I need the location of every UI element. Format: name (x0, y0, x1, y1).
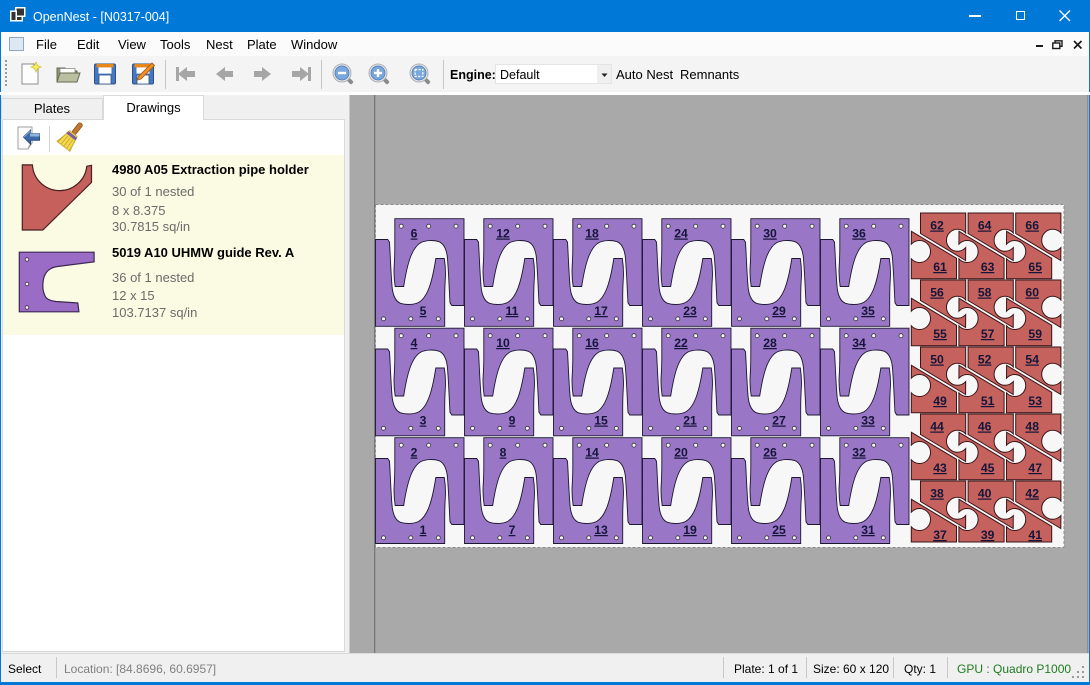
svg-text:66: 66 (1025, 219, 1039, 233)
svg-text:16: 16 (585, 336, 599, 350)
svg-text:34: 34 (852, 336, 866, 350)
svg-text:51: 51 (981, 394, 995, 408)
svg-text:28: 28 (763, 336, 777, 350)
svg-text:18: 18 (585, 227, 599, 241)
svg-text:1: 1 (420, 523, 427, 537)
svg-text:20: 20 (674, 446, 688, 460)
svg-text:49: 49 (933, 394, 947, 408)
svg-text:3: 3 (420, 414, 427, 428)
svg-text:43: 43 (933, 461, 947, 475)
svg-text:6: 6 (411, 227, 418, 241)
svg-text:38: 38 (930, 487, 944, 501)
svg-text:44: 44 (930, 420, 944, 434)
svg-text:12: 12 (496, 227, 510, 241)
svg-text:10: 10 (496, 336, 510, 350)
svg-text:40: 40 (978, 487, 992, 501)
svg-text:57: 57 (981, 327, 995, 341)
svg-text:45: 45 (981, 461, 995, 475)
svg-text:21: 21 (683, 414, 697, 428)
svg-text:37: 37 (933, 528, 947, 542)
svg-text:42: 42 (1025, 487, 1039, 501)
svg-text:11: 11 (506, 304, 519, 318)
svg-text:35: 35 (861, 304, 875, 318)
svg-text:7: 7 (509, 523, 516, 537)
svg-text:24: 24 (674, 227, 688, 241)
svg-text:23: 23 (683, 304, 697, 318)
svg-text:8: 8 (500, 446, 507, 460)
svg-text:5: 5 (420, 304, 427, 318)
svg-text:62: 62 (930, 219, 944, 233)
svg-text:13: 13 (594, 523, 608, 537)
svg-text:64: 64 (978, 219, 992, 233)
svg-text:56: 56 (930, 286, 944, 300)
svg-text:36: 36 (852, 227, 866, 241)
svg-text:27: 27 (772, 414, 786, 428)
svg-text:17: 17 (594, 304, 608, 318)
svg-text:15: 15 (594, 414, 608, 428)
svg-text:50: 50 (930, 353, 944, 367)
svg-text:25: 25 (772, 523, 786, 537)
svg-text:31: 31 (861, 523, 875, 537)
svg-text:39: 39 (981, 528, 995, 542)
svg-text:41: 41 (1028, 528, 1042, 542)
svg-text:9: 9 (509, 414, 516, 428)
svg-text:53: 53 (1028, 394, 1042, 408)
svg-text:29: 29 (772, 304, 786, 318)
svg-text:32: 32 (852, 446, 866, 460)
svg-text:55: 55 (933, 327, 947, 341)
svg-text:30: 30 (763, 227, 777, 241)
svg-text:47: 47 (1028, 461, 1042, 475)
svg-text:4: 4 (411, 336, 418, 350)
svg-text:58: 58 (978, 286, 992, 300)
svg-text:54: 54 (1025, 353, 1039, 367)
svg-text:48: 48 (1025, 420, 1039, 434)
svg-text:33: 33 (861, 414, 875, 428)
svg-text:14: 14 (585, 446, 599, 460)
svg-text:19: 19 (683, 523, 697, 537)
svg-text:65: 65 (1028, 260, 1042, 274)
svg-text:63: 63 (981, 260, 995, 274)
svg-text:46: 46 (978, 420, 992, 434)
svg-text:22: 22 (674, 336, 688, 350)
svg-text:60: 60 (1025, 286, 1039, 300)
svg-text:52: 52 (978, 353, 992, 367)
svg-text:2: 2 (411, 446, 418, 460)
svg-text:59: 59 (1028, 327, 1042, 341)
svg-text:61: 61 (933, 260, 947, 274)
svg-text:26: 26 (763, 446, 777, 460)
